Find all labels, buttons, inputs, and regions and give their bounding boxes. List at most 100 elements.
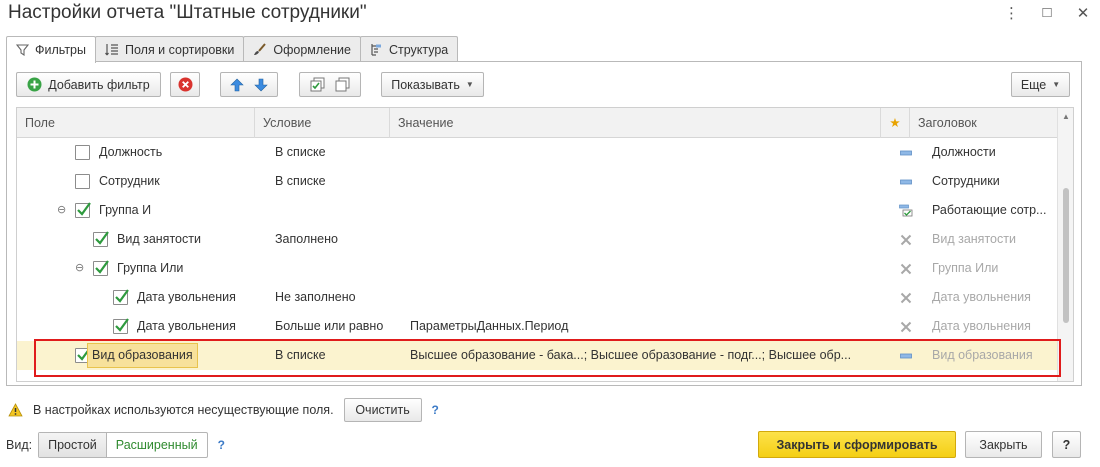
- field-name: Группа И: [99, 203, 152, 217]
- table-row[interactable]: Дата увольнения Больше или равно Параметры…: [17, 312, 1057, 341]
- tab-label: Оформление: [273, 42, 351, 57]
- value-cell[interactable]: Высшее образование - бака...; Высшее обр…: [410, 341, 884, 370]
- row-checkbox[interactable]: [75, 145, 90, 160]
- table-row[interactable]: Сотрудник В списке Сотрудники: [17, 167, 1057, 196]
- condition-cell[interactable]: В списке: [275, 167, 405, 196]
- scroll-up-icon[interactable]: ▲: [1062, 112, 1070, 121]
- delete-button[interactable]: [170, 72, 200, 97]
- scroll-thumb[interactable]: [1063, 188, 1069, 323]
- tab-fields-sort[interactable]: Поля и сортировки: [94, 36, 245, 62]
- row-checkbox[interactable]: [75, 174, 90, 189]
- value-cell[interactable]: [410, 138, 884, 167]
- view-help-icon[interactable]: ?: [218, 438, 225, 452]
- check-all-icon[interactable]: [310, 77, 325, 92]
- maximize-icon[interactable]: □: [1040, 4, 1054, 22]
- vertical-scrollbar[interactable]: ▲: [1057, 108, 1073, 381]
- filters-panel: Добавить фильтр Показывать ▼ Еще ▼ Поле …: [6, 61, 1082, 386]
- caption-cell[interactable]: Вид образования: [932, 341, 1054, 370]
- field-name: Вид занятости: [117, 232, 201, 246]
- more-label: Еще: [1020, 77, 1047, 92]
- table-row[interactable]: Дата увольнения Не заполнено Дата увольнен…: [17, 283, 1057, 312]
- tab-label: Поля и сортировки: [124, 42, 235, 57]
- row-checkbox[interactable]: [113, 318, 129, 334]
- display-mark[interactable]: [899, 254, 913, 283]
- value-cell[interactable]: [410, 196, 884, 225]
- move-up-icon[interactable]: [230, 78, 244, 92]
- display-mark[interactable]: [899, 225, 913, 254]
- condition-cell[interactable]: Не заполнено: [275, 283, 405, 312]
- value-cell[interactable]: [410, 283, 884, 312]
- add-icon: [27, 77, 42, 92]
- more-menu-icon[interactable]: ⋮: [1004, 4, 1019, 22]
- caption-cell[interactable]: Дата увольнения: [932, 283, 1054, 312]
- display-mark[interactable]: [899, 196, 913, 225]
- header-field[interactable]: Поле: [17, 108, 255, 138]
- view-extended-button[interactable]: Расширенный: [107, 433, 207, 457]
- field-name: Дата увольнения: [137, 290, 236, 304]
- display-mark[interactable]: [899, 167, 913, 196]
- caption-cell[interactable]: Группа Или: [932, 254, 1054, 283]
- value-cell[interactable]: [410, 254, 884, 283]
- caption-cell[interactable]: Дата увольнения: [932, 312, 1054, 341]
- table-row[interactable]: ⊖ Группа Или Группа Или: [17, 254, 1057, 283]
- row-checkbox[interactable]: [75, 202, 91, 218]
- move-down-icon[interactable]: [254, 78, 268, 92]
- header-caption[interactable]: Заголовок: [910, 108, 1057, 138]
- close-icon[interactable]: ✕: [1076, 4, 1090, 22]
- show-dropdown[interactable]: Показывать ▼: [381, 72, 484, 97]
- display-mark[interactable]: [899, 341, 913, 370]
- condition-cell[interactable]: В списке: [275, 138, 405, 167]
- cross-mark-icon: [900, 234, 912, 245]
- more-button[interactable]: Еще ▼: [1011, 72, 1070, 97]
- table-row[interactable]: Вид образования В списке Высшее образовани…: [17, 341, 1057, 370]
- add-filter-label: Добавить фильтр: [48, 77, 150, 92]
- help-button[interactable]: ?: [1052, 431, 1081, 458]
- clear-button[interactable]: Очистить: [343, 398, 422, 422]
- tab-structure[interactable]: Структура: [359, 36, 459, 62]
- value-cell[interactable]: [410, 225, 884, 254]
- table-row[interactable]: Должность В списке Должности: [17, 138, 1057, 167]
- structure-icon: [371, 44, 381, 56]
- display-mark[interactable]: [899, 283, 913, 312]
- condition-cell[interactable]: Больше или равно: [275, 312, 405, 341]
- header-value[interactable]: Значение: [390, 108, 881, 138]
- header-mark-star-icon[interactable]: ★: [881, 108, 910, 138]
- value-cell[interactable]: [410, 167, 884, 196]
- help-button-icon: ?: [1062, 437, 1071, 452]
- row-checkbox[interactable]: [93, 260, 109, 276]
- close-and-build-button[interactable]: Закрыть и сформировать: [758, 431, 956, 458]
- condition-cell[interactable]: [275, 254, 405, 283]
- dash-mark-icon: [900, 150, 912, 155]
- field-name[interactable]: Вид образования: [87, 343, 198, 368]
- display-mark[interactable]: [899, 312, 913, 341]
- display-mark[interactable]: [899, 138, 913, 167]
- row-checkbox[interactable]: [93, 231, 109, 247]
- condition-cell[interactable]: Заполнено: [275, 225, 405, 254]
- close-and-build-label: Закрыть и сформировать: [776, 437, 938, 452]
- close-button[interactable]: Закрыть: [965, 431, 1042, 458]
- condition-cell[interactable]: В списке: [275, 341, 405, 370]
- table-row[interactable]: ⊖ Группа И Работающие сотр...: [17, 196, 1057, 225]
- view-simple-button[interactable]: Простой: [39, 433, 107, 457]
- show-label: Показывать: [391, 77, 460, 92]
- value-cell[interactable]: ПараметрыДанных.Период: [410, 312, 884, 341]
- move-buttons: [220, 72, 278, 97]
- caption-cell[interactable]: Вид занятости: [932, 225, 1054, 254]
- uncheck-all-icon[interactable]: [335, 77, 350, 92]
- row-checkbox[interactable]: [113, 289, 129, 305]
- caption-cell[interactable]: Должности: [932, 138, 1054, 167]
- view-switcher: Вид: Простой Расширенный ?: [6, 432, 225, 458]
- collapse-toggle-icon[interactable]: ⊖: [75, 261, 84, 274]
- condition-cell[interactable]: [275, 196, 405, 225]
- collapse-toggle-icon[interactable]: ⊖: [57, 203, 66, 216]
- header-condition[interactable]: Условие: [255, 108, 390, 138]
- add-filter-button[interactable]: Добавить фильтр: [16, 72, 161, 97]
- tab-filters[interactable]: Фильтры: [6, 36, 96, 63]
- table-row[interactable]: Вид занятости Заполнено Вид занятости: [17, 225, 1057, 254]
- caption-cell[interactable]: Работающие сотр...: [932, 196, 1054, 225]
- tab-design[interactable]: Оформление: [243, 36, 361, 62]
- warning-text: В настройках используются несуществующие…: [33, 403, 334, 417]
- field-name: Дата увольнения: [137, 319, 236, 333]
- help-icon[interactable]: ?: [432, 403, 439, 417]
- caption-cell[interactable]: Сотрудники: [932, 167, 1054, 196]
